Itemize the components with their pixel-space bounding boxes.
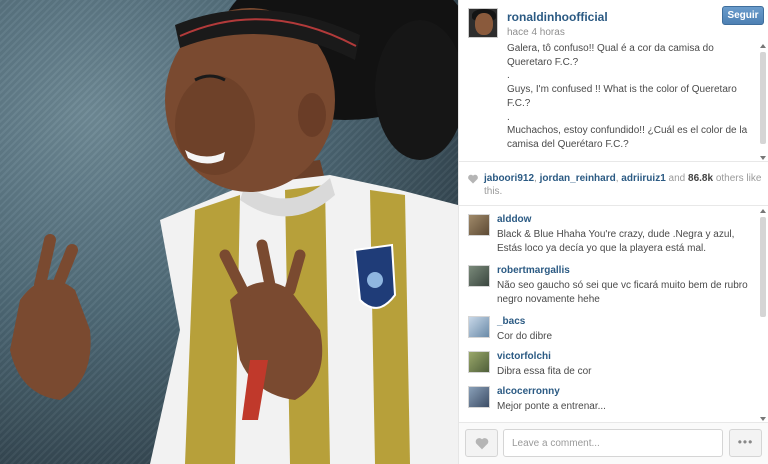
more-options-button[interactable]: •••: [729, 429, 762, 457]
caption-line: .: [507, 111, 510, 123]
commenter-username[interactable]: victorfolchi: [497, 351, 551, 362]
scrollbar-thumb[interactable]: [760, 52, 766, 144]
likes-text: jaboori912, jordan_reinhard, adriiruiz1 …: [484, 172, 762, 198]
liker-link[interactable]: jaboori912: [484, 173, 534, 184]
scrollbar-thumb[interactable]: [760, 217, 766, 317]
liker-link[interactable]: jordan_reinhard: [540, 173, 616, 184]
photo-illustration: [10, 0, 458, 464]
heart-icon: [468, 174, 478, 184]
liker-link[interactable]: adriiruiz1: [621, 173, 665, 184]
post-caption: Galera, tô confuso!! Qual é a cor da cam…: [507, 42, 757, 160]
likes-count[interactable]: 86.8k: [688, 173, 713, 184]
caption-line: Muchachos, estoy confundido!! ¿Cuál es e…: [507, 125, 748, 150]
comment-text: Black & Blue Hhaha You're crazy, dude .N…: [497, 229, 735, 254]
author-avatar[interactable]: [468, 8, 498, 38]
caption-line: Guys, I'm confused !! What is the color …: [507, 84, 737, 109]
commenter-username[interactable]: alddow: [497, 214, 531, 225]
comment-input[interactable]: [503, 429, 723, 457]
likes-summary: jaboori912, jordan_reinhard, adriiruiz1 …: [459, 163, 768, 206]
heart-icon: [475, 438, 489, 450]
post-side-panel: ronaldinhoofficial hace 4 horas Seguir G…: [458, 0, 768, 464]
comment-text: Não seo gaucho só sei que vc ficará muit…: [497, 280, 748, 305]
follow-button[interactable]: Seguir: [722, 6, 764, 25]
caption-line: Galera, tô confuso!! Qual é a cor da cam…: [507, 43, 714, 68]
post-timestamp: hace 4 horas: [507, 27, 565, 38]
comment-text: Dibra essa fita de cor: [497, 366, 592, 377]
author-username-link[interactable]: ronaldinhoofficial: [507, 10, 608, 24]
scroll-up-arrow-icon[interactable]: [760, 44, 766, 48]
comments-list: alddow Black & Blue Hhaha You're crazy, …: [459, 207, 768, 421]
commenter-avatar[interactable]: [468, 214, 490, 236]
commenter-username[interactable]: _bacs: [497, 316, 525, 327]
caption-scrollbar[interactable]: [759, 44, 767, 160]
instagram-post: ronaldinhoofficial hace 4 horas Seguir G…: [0, 0, 768, 464]
likes-and: and: [665, 173, 689, 184]
commenter-username[interactable]: robertmargallis: [497, 265, 570, 276]
post-header: ronaldinhoofficial hace 4 horas Seguir G…: [459, 0, 768, 162]
post-photo[interactable]: [0, 0, 458, 464]
commenter-avatar[interactable]: [468, 386, 490, 408]
commenter-username[interactable]: alcocerronny: [497, 386, 560, 397]
scroll-down-arrow-icon[interactable]: [760, 156, 766, 160]
scroll-down-arrow-icon[interactable]: [760, 417, 766, 421]
comments-scrollbar[interactable]: [759, 209, 767, 421]
avatar-face: [475, 13, 493, 35]
scroll-up-arrow-icon[interactable]: [760, 209, 766, 213]
commenter-avatar[interactable]: [468, 265, 490, 287]
comment-text: Mejor ponte a entrenar...: [497, 401, 606, 412]
comment-text: Cor do dibre: [497, 331, 553, 342]
comment-footer: •••: [459, 422, 768, 464]
like-button[interactable]: [465, 429, 498, 457]
commenter-avatar[interactable]: [468, 351, 490, 373]
caption-line: .: [507, 70, 510, 82]
commenter-avatar[interactable]: [468, 316, 490, 338]
